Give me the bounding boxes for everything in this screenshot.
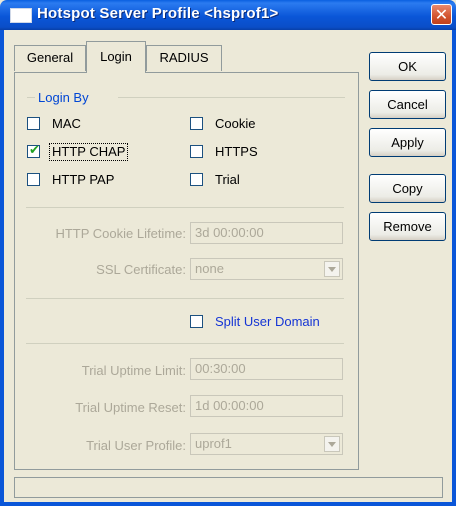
group-line-right	[118, 97, 345, 98]
trial-checkbox[interactable]: Trial	[190, 171, 290, 189]
http-pap-checkbox[interactable]: HTTP PAP	[27, 171, 167, 189]
tab-login-label: Login	[100, 49, 132, 64]
trial-uptime-reset-field: 1d 00:00:00	[190, 395, 343, 417]
tab-general[interactable]: General	[14, 45, 86, 71]
trial-checkbox-label: Trial	[215, 172, 240, 187]
ssl-certificate-dropdown-arrow	[324, 261, 340, 277]
split-user-domain-label: Split User Domain	[215, 314, 320, 329]
checkmark-icon: ✔	[29, 143, 40, 158]
mac-checkbox-label: MAC	[52, 116, 81, 131]
trial-uptime-reset-value: 1d 00:00:00	[195, 398, 264, 413]
trial-uptime-limit-label: Trial Uptime Limit:	[81, 363, 186, 378]
copy-button[interactable]: Copy	[369, 174, 446, 203]
separator	[26, 207, 344, 208]
cookie-lifetime-value: 3d 00:00:00	[195, 225, 264, 240]
cookie-checkbox-label: Cookie	[215, 116, 256, 131]
split-user-domain-checkbox-box[interactable]	[190, 315, 203, 328]
cancel-button[interactable]: Cancel	[369, 90, 446, 119]
window-frame-bottom	[0, 502, 456, 506]
title-bar[interactable]: Hotspot Server Profile <hsprof1> ✕	[0, 0, 456, 30]
separator	[26, 343, 344, 344]
trial-uptime-limit-value: 00:30:00	[195, 361, 246, 376]
trial-user-profile-dropdown-arrow	[324, 436, 340, 452]
http-pap-checkbox-label: HTTP PAP	[52, 172, 115, 187]
group-line-left	[27, 97, 35, 98]
window-frame-left	[0, 30, 4, 506]
separator	[26, 298, 344, 299]
mac-checkbox-box[interactable]	[27, 117, 40, 130]
window-title: Hotspot Server Profile <hsprof1>	[37, 5, 279, 22]
trial-user-profile-label: Trial User Profile:	[86, 438, 186, 453]
login-by-group-label: Login By	[36, 90, 91, 105]
ssl-certificate-select: none	[190, 258, 343, 280]
ssl-certificate-value: none	[195, 261, 224, 276]
tab-radius[interactable]: RADIUS	[146, 45, 222, 71]
trial-checkbox-box[interactable]	[190, 173, 203, 186]
mac-checkbox[interactable]: MAC	[27, 115, 147, 133]
remove-button[interactable]: Remove	[369, 212, 446, 241]
cookie-lifetime-label: HTTP Cookie Lifetime:	[55, 226, 186, 241]
trial-uptime-reset-label: Trial Uptime Reset:	[75, 400, 186, 415]
trial-user-profile-select: uprof1	[190, 433, 343, 455]
https-checkbox[interactable]: HTTPS	[190, 143, 290, 161]
split-user-domain-checkbox[interactable]: Split User Domain	[190, 313, 350, 331]
https-checkbox-box[interactable]	[190, 145, 203, 158]
tab-radius-label: RADIUS	[159, 50, 209, 65]
cookie-checkbox-box[interactable]	[190, 117, 203, 130]
status-bar	[14, 477, 443, 498]
cookie-lifetime-field: 3d 00:00:00	[190, 222, 343, 244]
apply-button[interactable]: Apply	[369, 128, 446, 157]
cookie-checkbox[interactable]: Cookie	[190, 115, 290, 133]
chevron-down-icon	[328, 267, 336, 272]
tab-general-label: General	[26, 50, 74, 65]
window-app-icon	[10, 8, 32, 23]
http-chap-checkbox[interactable]: ✔ HTTP CHAP	[27, 143, 187, 161]
http-pap-checkbox-box[interactable]	[27, 173, 40, 186]
http-chap-checkbox-label: HTTP CHAP	[49, 143, 129, 161]
close-button[interactable]: ✕	[431, 4, 452, 25]
close-icon: ✕	[434, 5, 449, 24]
https-checkbox-label: HTTPS	[215, 144, 258, 159]
trial-user-profile-value: uprof1	[195, 436, 232, 451]
window-frame-right	[452, 30, 456, 506]
http-chap-checkbox-box[interactable]: ✔	[27, 143, 40, 158]
chevron-down-icon	[328, 442, 336, 447]
tab-login[interactable]: Login	[86, 41, 146, 73]
trial-uptime-limit-field: 00:30:00	[190, 358, 343, 380]
ok-button[interactable]: OK	[369, 52, 446, 81]
ssl-certificate-label: SSL Certificate:	[96, 262, 186, 277]
